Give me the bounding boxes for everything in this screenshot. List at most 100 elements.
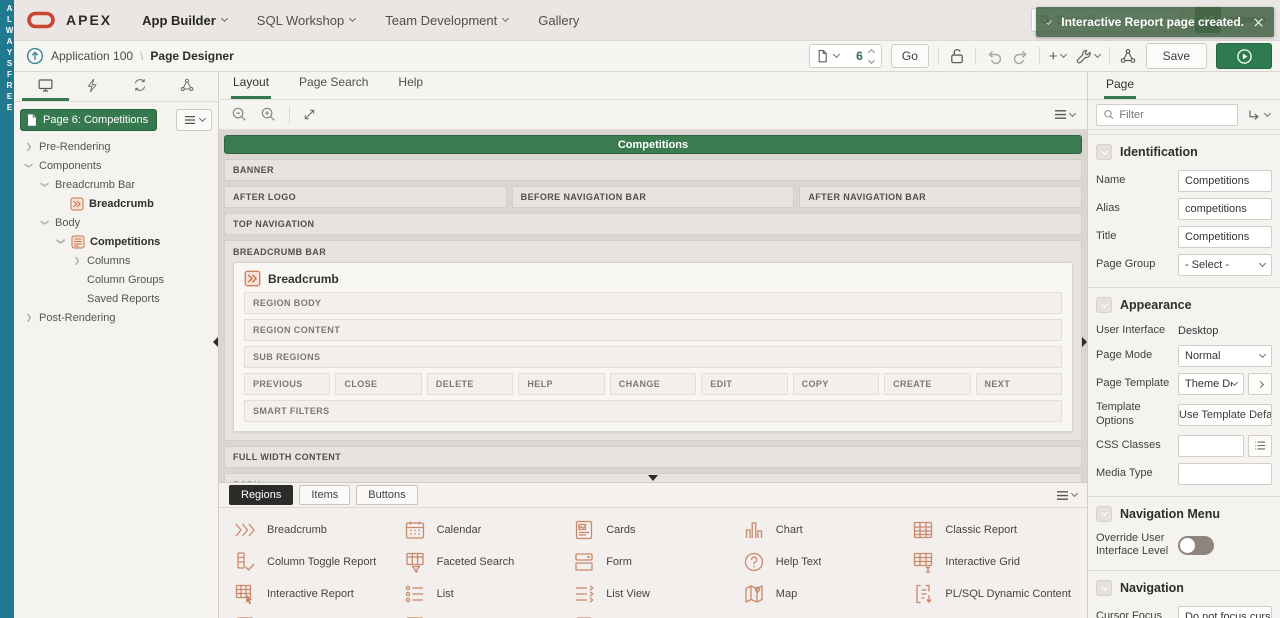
page-selector[interactable]: 6 xyxy=(809,44,882,68)
gallery-item-list-view[interactable]: List View xyxy=(572,578,734,610)
page-mode-select[interactable]: Normal xyxy=(1178,345,1272,367)
tab-rendering[interactable] xyxy=(22,72,69,101)
gallery-item-interactive-report[interactable]: Interactive Report xyxy=(233,578,395,610)
run-page-button[interactable] xyxy=(1216,43,1272,69)
gallery-item-partial[interactable] xyxy=(233,610,395,618)
tree-node-components[interactable]: ❯Components xyxy=(14,156,218,175)
collapse-section-button[interactable] xyxy=(1096,506,1112,522)
alias-field[interactable] xyxy=(1178,198,1272,220)
gallery-tab-items[interactable]: Items xyxy=(299,485,350,505)
page-template-select[interactable]: Theme Default xyxy=(1178,373,1244,395)
slot-breadcrumb-bar[interactable]: BREADCRUMB BAR Breadcrumb REGION BODY RE… xyxy=(224,240,1082,441)
page-group-select[interactable]: - Select - xyxy=(1178,254,1272,276)
slot-before-navigation-bar[interactable]: BEFORE NAVIGATION BAR xyxy=(512,186,795,208)
slot-help[interactable]: HELP xyxy=(518,373,604,395)
cursor-focus-select[interactable]: Do not focus cursor xyxy=(1178,606,1272,618)
tab-layout[interactable]: Layout xyxy=(231,69,271,99)
slot-after-logo[interactable]: AFTER LOGO xyxy=(224,186,507,208)
tree-node-saved-reports[interactable]: Saved Reports xyxy=(14,289,218,308)
gallery-item-partial[interactable] xyxy=(572,610,734,618)
collapse-section-button[interactable] xyxy=(1096,297,1112,313)
tree-node-breadcrumb-bar[interactable]: ❯Breadcrumb Bar xyxy=(14,175,218,194)
slot-after-navigation-bar[interactable]: AFTER NAVIGATION BAR xyxy=(799,186,1082,208)
slot-delete[interactable]: DELETE xyxy=(427,373,513,395)
collapse-section-button[interactable] xyxy=(1096,144,1112,160)
tree-node-post-rendering[interactable]: ❯Post-Rendering xyxy=(14,308,218,327)
breadcrumb-region[interactable]: Breadcrumb REGION BODY REGION CONTENT SU… xyxy=(233,262,1073,432)
gallery-item-form[interactable]: Form xyxy=(572,546,734,578)
tree-node-column-groups[interactable]: Column Groups xyxy=(14,270,218,289)
toast-close-icon[interactable] xyxy=(1253,17,1264,28)
page-number-spinner[interactable] xyxy=(867,50,876,63)
slot-banner[interactable]: BANNER xyxy=(224,159,1082,181)
undo-icon[interactable] xyxy=(985,47,1003,65)
gallery-tab-buttons[interactable]: Buttons xyxy=(356,485,417,505)
tree-node-pre-rendering[interactable]: ❯Pre-Rendering xyxy=(14,137,218,156)
tree-node-body[interactable]: ❯Body xyxy=(14,213,218,232)
gallery-item-column-toggle-report[interactable]: Column Toggle Report xyxy=(233,546,395,578)
go-button[interactable]: Go xyxy=(891,44,929,68)
gallery-item-calendar[interactable]: Calendar xyxy=(403,514,565,546)
tab-page-shared-components[interactable] xyxy=(163,72,210,101)
tree-menu-button[interactable] xyxy=(176,109,212,131)
template-options-button[interactable]: Use Template Defaults xyxy=(1178,404,1272,426)
save-button[interactable]: Save xyxy=(1146,43,1207,69)
go-to-group-button[interactable] xyxy=(1246,108,1272,122)
page-title-banner[interactable]: Competitions xyxy=(224,135,1082,154)
gallery-item-breadcrumb[interactable]: Breadcrumb xyxy=(233,514,395,546)
gallery-item-list[interactable]: List xyxy=(403,578,565,610)
gallery-menu-button[interactable] xyxy=(1056,490,1077,501)
slot-top-navigation[interactable]: TOP NAVIGATION xyxy=(224,213,1082,235)
slot-copy[interactable]: COPY xyxy=(793,373,879,395)
tab-dynamic-actions[interactable] xyxy=(69,72,116,101)
breadcrumb-application[interactable]: Application 100 xyxy=(51,49,133,63)
gallery-item-cards[interactable]: Cards xyxy=(572,514,734,546)
slot-region-body[interactable]: REGION BODY xyxy=(244,292,1062,314)
tab-page-search[interactable]: Page Search xyxy=(297,69,370,99)
zoom-out-icon[interactable] xyxy=(231,106,248,123)
apex-logo[interactable]: APEX xyxy=(26,10,112,30)
gallery-item-plsql-dynamic-content[interactable]: PL/SQL Dynamic Content xyxy=(911,578,1073,610)
gallery-item-classic-report[interactable]: Classic Report xyxy=(911,514,1073,546)
media-type-field[interactable] xyxy=(1178,463,1272,485)
utilities-menu[interactable] xyxy=(1075,48,1100,65)
gallery-item-interactive-grid[interactable]: Interactive Grid xyxy=(911,546,1073,578)
tree-node-columns[interactable]: ❯Columns xyxy=(14,251,218,270)
slot-edit[interactable]: EDIT xyxy=(701,373,787,395)
gallery-item-faceted-search[interactable]: Faceted Search xyxy=(403,546,565,578)
slot-close[interactable]: CLOSE xyxy=(335,373,421,395)
slot-create[interactable]: CREATE xyxy=(884,373,970,395)
collapse-right-panel-handle[interactable] xyxy=(1082,337,1087,347)
slot-next[interactable]: NEXT xyxy=(976,373,1062,395)
expand-icon[interactable] xyxy=(302,107,317,122)
tree-node-breadcrumb[interactable]: Breadcrumb xyxy=(14,194,218,213)
layout-menu-button[interactable] xyxy=(1054,109,1075,120)
template-quick-pick-button[interactable] xyxy=(1248,373,1272,395)
slot-change[interactable]: CHANGE xyxy=(610,373,696,395)
nav-sql-workshop[interactable]: SQL Workshop xyxy=(257,13,355,28)
lock-icon[interactable] xyxy=(948,47,966,65)
override-ui-level-toggle[interactable] xyxy=(1178,536,1214,555)
tab-page-properties[interactable]: Page xyxy=(1104,72,1136,99)
css-classes-field[interactable] xyxy=(1178,435,1244,457)
gallery-tab-regions[interactable]: Regions xyxy=(229,485,293,505)
slot-smart-filters[interactable]: SMART FILTERS xyxy=(244,400,1062,422)
nav-team-development[interactable]: Team Development xyxy=(385,13,508,28)
css-classes-list-button[interactable] xyxy=(1248,435,1272,457)
gallery-item-map[interactable]: Map xyxy=(742,578,904,610)
scroll-down-indicator[interactable] xyxy=(648,475,658,481)
filter-input[interactable] xyxy=(1119,109,1231,121)
slot-full-width-content[interactable]: FULL WIDTH CONTENT xyxy=(224,446,1082,468)
nav-gallery[interactable]: Gallery xyxy=(538,13,579,28)
redo-icon[interactable] xyxy=(1012,47,1030,65)
tree-node-page[interactable]: Page 6: Competitions xyxy=(20,109,157,131)
name-field[interactable] xyxy=(1178,170,1272,192)
collapse-section-button[interactable] xyxy=(1096,580,1112,596)
create-menu[interactable]: + xyxy=(1049,49,1066,64)
collapse-left-panel-handle[interactable] xyxy=(213,337,218,347)
gallery-item-chart[interactable]: Chart xyxy=(742,514,904,546)
go-to-application-icon[interactable] xyxy=(26,47,44,65)
nav-app-builder[interactable]: App Builder xyxy=(142,13,227,28)
gallery-item-help-text[interactable]: Help Text xyxy=(742,546,904,578)
zoom-in-icon[interactable] xyxy=(260,106,277,123)
